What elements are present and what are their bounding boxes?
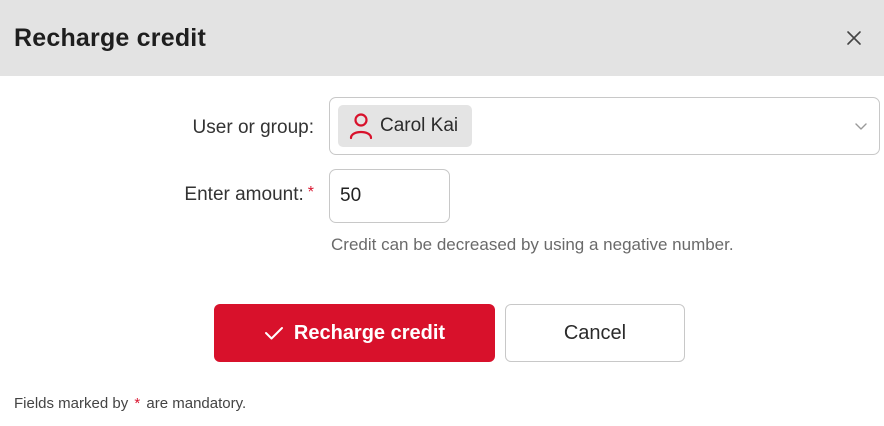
- selected-user-name: Carol Kai: [380, 115, 459, 136]
- recharge-credit-button-label: Recharge credit: [293, 321, 446, 344]
- dialog-title: Recharge credit: [14, 24, 206, 52]
- mandatory-fields-note: Fields marked by * are mandatory.: [14, 395, 246, 412]
- cancel-button[interactable]: Cancel: [505, 304, 685, 362]
- user-or-group-select[interactable]: Carol Kai: [329, 97, 880, 155]
- enter-amount-label: Enter amount: *: [184, 184, 314, 206]
- cancel-button-label: Cancel: [563, 321, 627, 344]
- checkmark-icon: [264, 327, 283, 340]
- footer-required-asterisk: *: [134, 395, 141, 412]
- close-icon: [847, 31, 861, 45]
- close-button[interactable]: [838, 22, 870, 54]
- required-asterisk: *: [307, 184, 314, 201]
- amount-hint: Credit can be decreased by using a negat…: [331, 235, 734, 254]
- selected-user-chip[interactable]: Carol Kai: [338, 105, 473, 147]
- enter-amount-label-text: Enter amount:: [184, 184, 304, 205]
- user-icon: [349, 113, 373, 140]
- dialog-titlebar: Recharge credit: [0, 0, 884, 76]
- chevron-down-icon[interactable]: [853, 118, 869, 134]
- recharge-credit-button[interactable]: Recharge credit: [214, 304, 495, 362]
- amount-input[interactable]: [329, 169, 450, 223]
- footer-note-prefix: Fields marked by: [14, 395, 129, 412]
- recharge-credit-dialog: Recharge credit User or group: Carol Kai…: [0, 0, 884, 426]
- user-or-group-label: User or group:: [192, 117, 314, 138]
- footer-note-suffix: are mandatory.: [146, 395, 247, 412]
